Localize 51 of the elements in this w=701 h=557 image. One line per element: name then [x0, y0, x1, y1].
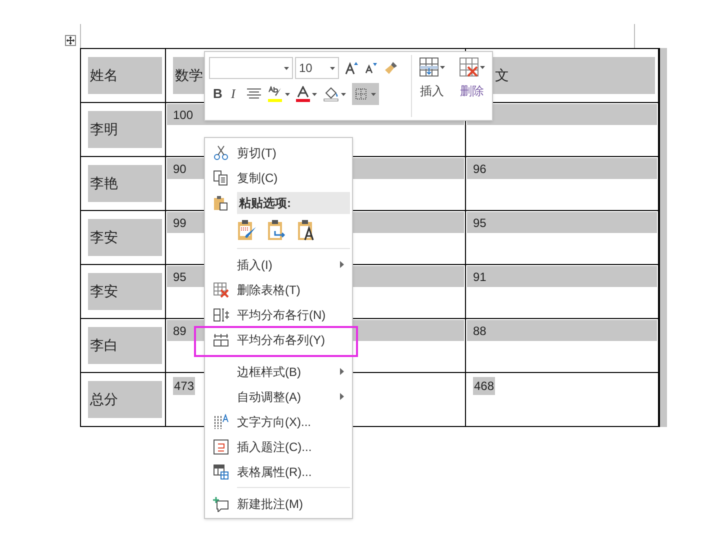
text-direction-icon — [213, 414, 229, 430]
insert-table-icon[interactable] — [419, 57, 439, 77]
font-size-field[interactable]: 10 — [295, 57, 339, 79]
font-color-icon[interactable] — [296, 86, 310, 102]
menu-item[interactable]: 新建批注(M) — [205, 491, 352, 516]
grow-font-icon[interactable] — [345, 61, 359, 75]
table-cell: 总分 — [88, 381, 162, 418]
clipboard-icon — [213, 194, 229, 210]
caret-icon[interactable] — [440, 66, 445, 68]
distribute-rows-icon — [213, 306, 229, 322]
distribute-columns-icon — [213, 332, 229, 348]
table-cell: 李安 — [88, 273, 162, 310]
center-align-icon[interactable] — [247, 88, 261, 100]
table-cell: 88 — [467, 320, 657, 341]
table-cell: 468 — [473, 377, 496, 395]
border-icon — [355, 88, 367, 100]
paste-merge-icon[interactable] — [267, 219, 287, 241]
table-properties-icon — [213, 464, 229, 480]
caret-icon[interactable] — [330, 66, 335, 70]
menu-item[interactable]: 插入题注(C)... — [205, 434, 352, 459]
table-cell: 91 — [467, 266, 657, 287]
table-cell: 96 — [467, 158, 657, 179]
table-cell: 473 — [173, 377, 196, 395]
caret-icon[interactable] — [480, 66, 485, 68]
format-painter-icon[interactable] — [383, 60, 399, 76]
move-handle-icon[interactable] — [65, 35, 76, 46]
menu-item[interactable]: 自动调整(A) — [205, 384, 352, 409]
copy-icon — [213, 170, 229, 186]
new-comment-icon — [213, 496, 229, 512]
menu-item[interactable]: 表格属性(R)... — [205, 459, 352, 484]
highlighter-icon[interactable] — [267, 86, 283, 102]
menu-heading: 粘贴选项: — [237, 192, 350, 214]
column-header: 姓名 — [88, 57, 162, 94]
delete-table-icon — [213, 282, 229, 298]
shrink-font-icon[interactable] — [365, 62, 377, 74]
border-button[interactable] — [352, 83, 379, 105]
menu-item[interactable]: 文字方向(X)... — [205, 409, 352, 434]
table-cell: 李白 — [88, 327, 162, 364]
table-cell: 李安 — [88, 219, 162, 256]
delete-table-icon[interactable] — [459, 57, 479, 77]
caption-icon — [213, 438, 229, 454]
paste-keep-formatting-icon[interactable] — [237, 219, 257, 241]
table-cell: 李明 — [88, 111, 162, 148]
scissors-icon — [213, 144, 229, 160]
shading-icon[interactable] — [323, 86, 339, 102]
caret-icon[interactable] — [284, 66, 289, 70]
delete-label[interactable]: 删除 — [460, 82, 484, 100]
menu-item[interactable]: 边框样式(B) — [205, 359, 352, 384]
table-cell: 95 — [467, 212, 657, 233]
table-cell: 李艳 — [88, 165, 162, 202]
font-field[interactable] — [209, 57, 293, 79]
